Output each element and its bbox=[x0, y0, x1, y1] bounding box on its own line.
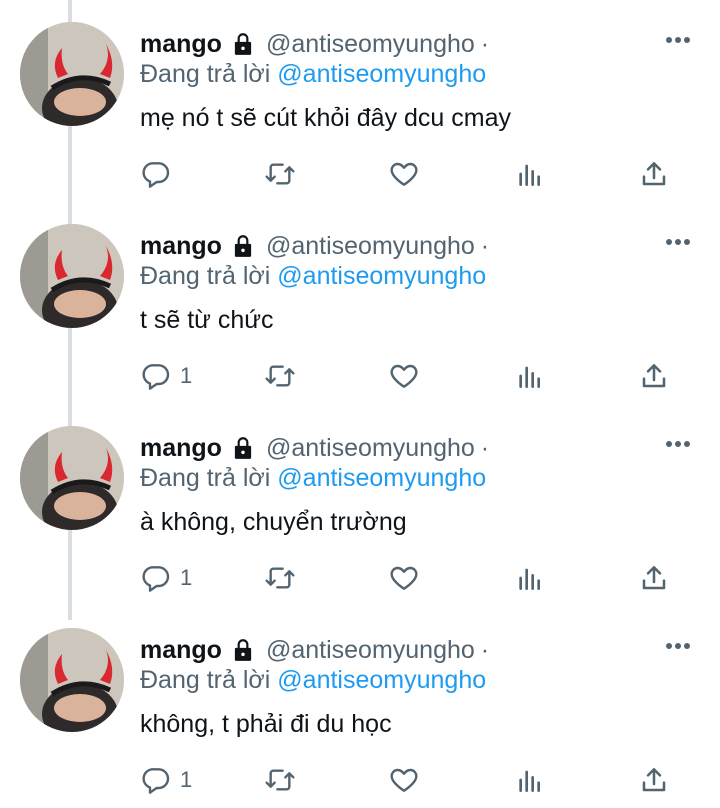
separator-dot: · bbox=[480, 433, 490, 462]
more-icon[interactable] bbox=[664, 636, 692, 656]
more-icon[interactable] bbox=[664, 434, 692, 454]
retweet-button[interactable] bbox=[264, 358, 296, 394]
retweet-button[interactable] bbox=[264, 560, 296, 596]
display-name[interactable]: mango bbox=[140, 434, 222, 463]
views-button[interactable] bbox=[514, 762, 546, 798]
tweet[interactable]: mango @antiseomyungho · Đang trả lời @an… bbox=[0, 202, 720, 404]
tweet-text: mẹ nó t sẽ cút khỏi đây dcu cmay bbox=[140, 104, 512, 132]
lock-icon bbox=[230, 233, 256, 259]
lock-icon bbox=[230, 31, 256, 57]
share-icon bbox=[642, 162, 666, 186]
like-icon bbox=[390, 768, 418, 792]
reply-count: 1 bbox=[180, 767, 193, 792]
more-icon[interactable] bbox=[664, 232, 692, 252]
replying-to-label: Đang trả lời bbox=[140, 60, 271, 88]
reply-button[interactable]: 1 bbox=[140, 560, 192, 596]
avatar[interactable] bbox=[20, 628, 124, 732]
separator-dot: · bbox=[480, 635, 490, 664]
retweet-icon bbox=[265, 163, 295, 185]
like-button[interactable] bbox=[388, 762, 420, 798]
reply-count: 1 bbox=[180, 565, 193, 590]
tweet[interactable]: mango @antiseomyungho · Đang trả lời @an… bbox=[0, 606, 720, 808]
share-button[interactable] bbox=[638, 560, 670, 596]
replying-to: Đang trả lời @antiseomyungho bbox=[140, 666, 486, 695]
tweet-text: t sẽ từ chức bbox=[140, 306, 274, 334]
like-icon bbox=[390, 566, 418, 590]
tweet-actions bbox=[140, 156, 680, 192]
reply-icon bbox=[142, 364, 170, 390]
avatar[interactable] bbox=[20, 22, 124, 126]
replying-to: Đang trả lời @antiseomyungho bbox=[140, 262, 486, 291]
lock-icon bbox=[230, 637, 256, 663]
separator-dot: · bbox=[480, 231, 490, 260]
tweet-actions: 1 bbox=[140, 762, 680, 798]
tweet[interactable]: mango @antiseomyungho · Đang trả lời @an… bbox=[0, 404, 720, 606]
avatar[interactable] bbox=[20, 426, 124, 530]
retweet-button[interactable] bbox=[264, 762, 296, 798]
replying-to: Đang trả lời @antiseomyungho bbox=[140, 464, 486, 493]
reply-mention-link[interactable]: @antiseomyungho bbox=[277, 464, 486, 492]
display-name[interactable]: mango bbox=[140, 232, 222, 261]
like-icon bbox=[390, 364, 418, 388]
reply-count: 1 bbox=[180, 363, 193, 388]
share-button[interactable] bbox=[638, 762, 670, 798]
views-button[interactable] bbox=[514, 560, 546, 596]
reply-button[interactable]: 1 bbox=[140, 762, 192, 798]
share-icon bbox=[642, 768, 666, 792]
replying-to: Đang trả lời @antiseomyungho bbox=[140, 60, 486, 89]
like-button[interactable] bbox=[388, 156, 420, 192]
like-icon bbox=[390, 162, 418, 186]
tweet-text: à không, chuyển trường bbox=[140, 508, 407, 536]
share-button[interactable] bbox=[638, 358, 670, 394]
tweet-actions: 1 bbox=[140, 358, 680, 394]
reply-mention-link[interactable]: @antiseomyungho bbox=[277, 60, 486, 88]
retweet-button[interactable] bbox=[264, 156, 296, 192]
views-icon bbox=[519, 366, 540, 388]
tweet[interactable]: mango @antiseomyungho · Đang trả lời @an… bbox=[0, 0, 720, 202]
retweet-icon bbox=[265, 567, 295, 589]
reply-mention-link[interactable]: @antiseomyungho bbox=[277, 666, 486, 694]
views-button[interactable] bbox=[514, 358, 546, 394]
user-handle[interactable]: @antiseomyungho bbox=[266, 636, 475, 665]
tweet-text: không, t phải đi du học bbox=[140, 710, 392, 738]
display-name[interactable]: mango bbox=[140, 30, 222, 59]
user-handle[interactable]: @antiseomyungho bbox=[266, 232, 475, 261]
reply-mention-link[interactable]: @antiseomyungho bbox=[277, 262, 486, 290]
replying-to-label: Đang trả lời bbox=[140, 262, 271, 290]
lock-icon bbox=[230, 435, 256, 461]
more-icon[interactable] bbox=[664, 30, 692, 50]
like-button[interactable] bbox=[388, 358, 420, 394]
user-handle[interactable]: @antiseomyungho bbox=[266, 30, 475, 59]
share-button[interactable] bbox=[638, 156, 670, 192]
replying-to-label: Đang trả lời bbox=[140, 666, 271, 694]
user-handle[interactable]: @antiseomyungho bbox=[266, 434, 475, 463]
reply-button[interactable]: 1 bbox=[140, 358, 192, 394]
views-icon bbox=[519, 164, 540, 186]
reply-button[interactable] bbox=[140, 156, 180, 192]
display-name[interactable]: mango bbox=[140, 636, 222, 665]
replying-to-label: Đang trả lời bbox=[140, 464, 271, 492]
reply-icon bbox=[142, 162, 170, 188]
reply-icon bbox=[142, 768, 170, 794]
share-icon bbox=[642, 566, 666, 590]
reply-icon bbox=[142, 566, 170, 592]
views-icon bbox=[519, 568, 540, 590]
like-button[interactable] bbox=[388, 560, 420, 596]
share-icon bbox=[642, 364, 666, 388]
retweet-icon bbox=[265, 769, 295, 791]
tweet-actions: 1 bbox=[140, 560, 680, 596]
views-button[interactable] bbox=[514, 156, 546, 192]
retweet-icon bbox=[265, 365, 295, 387]
avatar[interactable] bbox=[20, 224, 124, 328]
separator-dot: · bbox=[480, 29, 490, 58]
views-icon bbox=[519, 770, 540, 792]
